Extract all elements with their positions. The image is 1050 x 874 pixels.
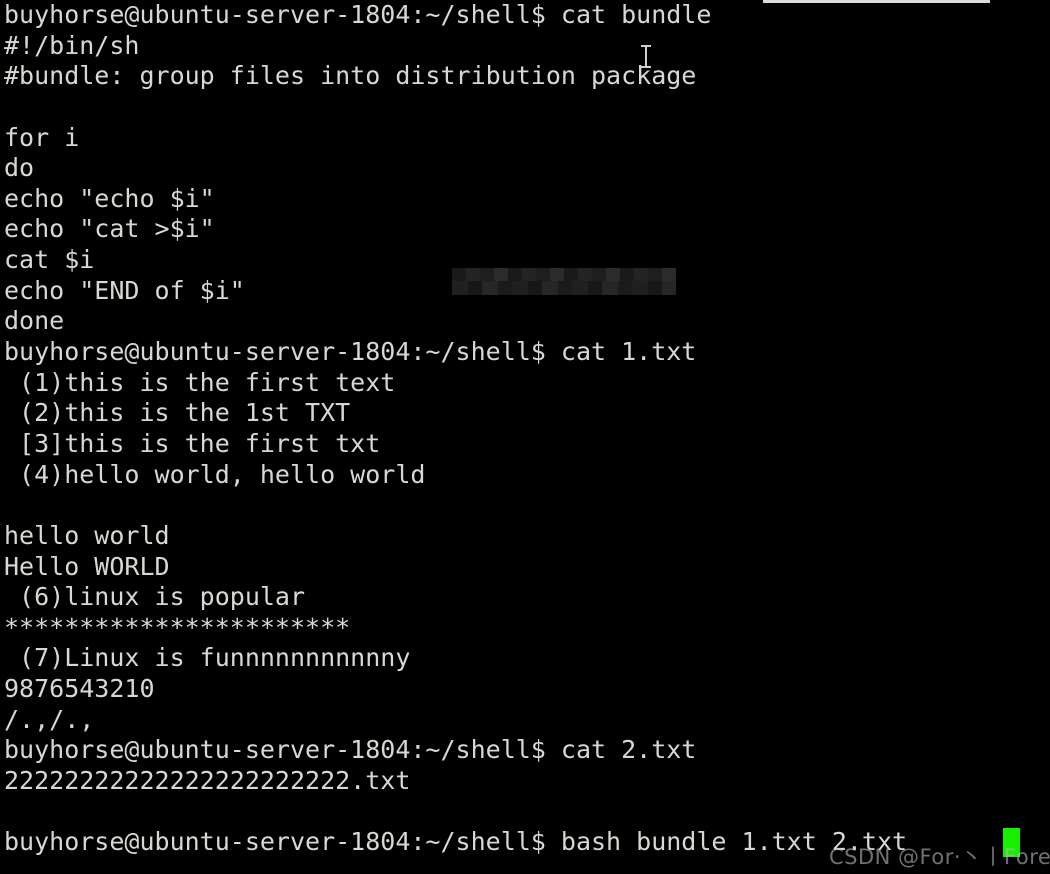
- terminal-line: buyhorse@ubuntu-server-1804:~/shell$ cat…: [4, 735, 697, 765]
- redacted-blur-row: [452, 281, 676, 295]
- csdn-watermark: CSDN @For·丶丨Forever: [829, 845, 1050, 869]
- terminal-line: ***********************: [4, 612, 351, 642]
- terminal-line: buyhorse@ubuntu-server-1804:~/shell$ cat…: [4, 337, 697, 367]
- terminal-line: do: [4, 153, 35, 183]
- redacted-blur-block: [452, 268, 676, 295]
- terminal-line: [3]this is the first txt: [4, 428, 381, 458]
- terminal-line: #bundle: group files into distribution p…: [4, 61, 697, 91]
- terminal-line: buyhorse@ubuntu-server-1804:~/shell$ cat…: [4, 0, 712, 29]
- terminal-line: echo "echo $i": [4, 183, 215, 213]
- terminal-line: (1)this is the first text: [4, 367, 396, 397]
- terminal-line: (4)hello world, hello world: [4, 459, 426, 489]
- terminal-output-area[interactable]: buyhorse@ubuntu-server-1804:~/shell$ cat…: [4, 0, 1050, 858]
- terminal-line: #!/bin/sh: [4, 30, 140, 60]
- terminal-line: Hello WORLD: [4, 551, 170, 581]
- terminal-line: (6)linux is popular: [4, 582, 306, 612]
- terminal-window[interactable]: buyhorse@ubuntu-server-1804:~/shell$ cat…: [0, 0, 1050, 874]
- terminal-line: 9876543210: [4, 674, 155, 704]
- terminal-line: 22222222222222222222222.txt: [4, 766, 411, 796]
- terminal-line: echo "cat >$i": [4, 214, 215, 244]
- terminal-line: done: [4, 306, 65, 336]
- terminal-line: (2)this is the 1st TXT: [4, 398, 351, 428]
- terminal-line: for i: [4, 122, 80, 152]
- terminal-line: hello world: [4, 520, 170, 550]
- terminal-line: /.,/.,: [4, 704, 95, 734]
- terminal-line: (7)Linux is funnnnnnnnnnny: [4, 643, 411, 673]
